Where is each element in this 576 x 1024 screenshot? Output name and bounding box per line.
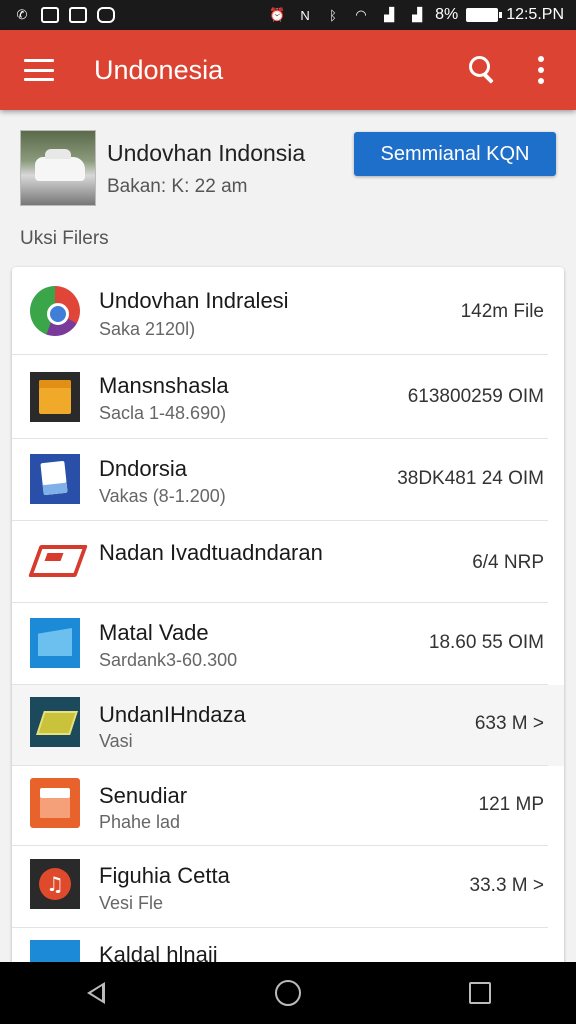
header-title: Undovhan Indonsia	[107, 140, 306, 166]
search-icon[interactable]	[464, 52, 500, 88]
file-name: Figuhia Cetta	[99, 863, 230, 888]
wifi-icon: ◠	[355, 7, 367, 22]
folder-icon	[30, 618, 80, 668]
document-icon	[30, 454, 80, 504]
file-name: Senudiar	[99, 783, 188, 808]
signal-icon: ▟	[384, 7, 395, 22]
battery-icon	[466, 8, 503, 22]
list-item[interactable]: Matal Vade Sardank3-60.300 18.60 55 OIM	[12, 603, 564, 685]
list-item[interactable]: Undovhan Indralesi Saka 2120l) 142m File	[12, 267, 564, 355]
home-button[interactable]	[268, 973, 308, 1013]
signal-icon-2: ▟	[412, 7, 423, 22]
file-name: Mansnshasla	[99, 373, 229, 398]
status-bar: ✆ ⏰ N ᛒ ◠ ▟ ▟ 8% 12:5.PN	[0, 0, 576, 30]
file-sub: Vasi	[99, 731, 133, 751]
list-item[interactable]: Senudiar Phahe lad 121 MP	[12, 766, 564, 846]
file-size: 18.60 55 OIM	[428, 632, 544, 653]
shape-icon	[30, 533, 80, 583]
file-size: 33.3 M >	[469, 875, 544, 896]
slides-icon	[30, 778, 80, 828]
recents-icon	[469, 982, 491, 1004]
more-options-icon[interactable]	[536, 56, 546, 84]
file-name: Matal Vade	[99, 620, 209, 645]
edit-icon	[68, 6, 88, 24]
file-name: Nadan Ivadtuadndaran	[99, 540, 323, 565]
file-name: UndanIHndaza	[99, 702, 246, 727]
battery-percent: 8%	[435, 6, 459, 23]
header-action-button[interactable]: Semmianal KQN	[354, 132, 556, 176]
menu-icon[interactable]	[24, 59, 54, 81]
file-sub: Sacla 1-48.690)	[99, 403, 227, 423]
list-item[interactable]: UndanIHndaza Vasi 633 M >	[12, 685, 564, 766]
notes-icon	[30, 372, 80, 422]
file-sub: Vakas (8-1.200)	[99, 486, 226, 506]
section-label: Uksi Filers	[20, 228, 109, 249]
file-list: Undovhan Indralesi Saka 2120l) 142m File…	[12, 267, 564, 967]
navigation-bar	[0, 962, 576, 1024]
notification-icon: ✆	[16, 7, 28, 22]
clock: 12:5.PN	[506, 6, 564, 23]
file-size: 633 M >	[474, 713, 544, 734]
file-size: 6/4 NRP	[472, 552, 544, 573]
photo-icon	[40, 6, 60, 24]
file-size: 38DK481 24 OIM	[397, 468, 544, 489]
file-size: 613800259 OIM	[407, 386, 544, 407]
app-title: Undonesia	[94, 54, 224, 85]
list-item[interactable]: Dndorsia Vakas (8-1.200) 38DK481 24 OIM	[12, 439, 564, 521]
file-sub: Saka 2120l)	[99, 319, 196, 339]
nfc-icon: N	[300, 7, 310, 23]
list-item[interactable]: Mansnshasla Sacla 1-48.690) 613800259 OI…	[12, 355, 564, 439]
file-sub: Sardank3-60.300	[99, 650, 238, 670]
header-card: Undovhan Indonsia Bakan: K: 22 am Semmia…	[20, 130, 556, 210]
alarm-icon: ⏰	[268, 7, 286, 22]
car-thumbnail[interactable]	[20, 130, 96, 206]
recents-button[interactable]	[460, 973, 500, 1013]
back-icon	[87, 982, 105, 1004]
bluetooth-icon: ᛒ	[329, 7, 337, 23]
chrome-icon	[30, 286, 80, 336]
status-bar-notifications: ✆	[12, 6, 116, 24]
home-icon	[275, 980, 301, 1006]
file-sub: Phahe lad	[99, 812, 181, 832]
status-bar-system: ⏰ N ᛒ ◠ ▟ ▟ 8% 12:5.PN	[267, 6, 564, 24]
chip-icon	[30, 697, 80, 747]
back-button[interactable]	[76, 973, 116, 1013]
app-bar: Undonesia	[0, 30, 576, 110]
file-size: 142m File	[460, 301, 544, 322]
file-name: Undovhan Indralesi	[99, 288, 289, 313]
file-sub: Vesi Fle	[99, 893, 164, 913]
list-item[interactable]: Nadan Ivadtuadndaran 6/4 NRP	[12, 521, 564, 603]
list-item[interactable]: Figuhia Cetta Vesi Fle 33.3 M >	[12, 846, 564, 928]
file-size: 121 MP	[478, 794, 544, 815]
message-icon	[96, 6, 116, 24]
header-subtitle: Bakan: K: 22 am	[107, 176, 248, 197]
music-icon	[30, 859, 80, 909]
file-name: Dndorsia	[99, 456, 188, 481]
